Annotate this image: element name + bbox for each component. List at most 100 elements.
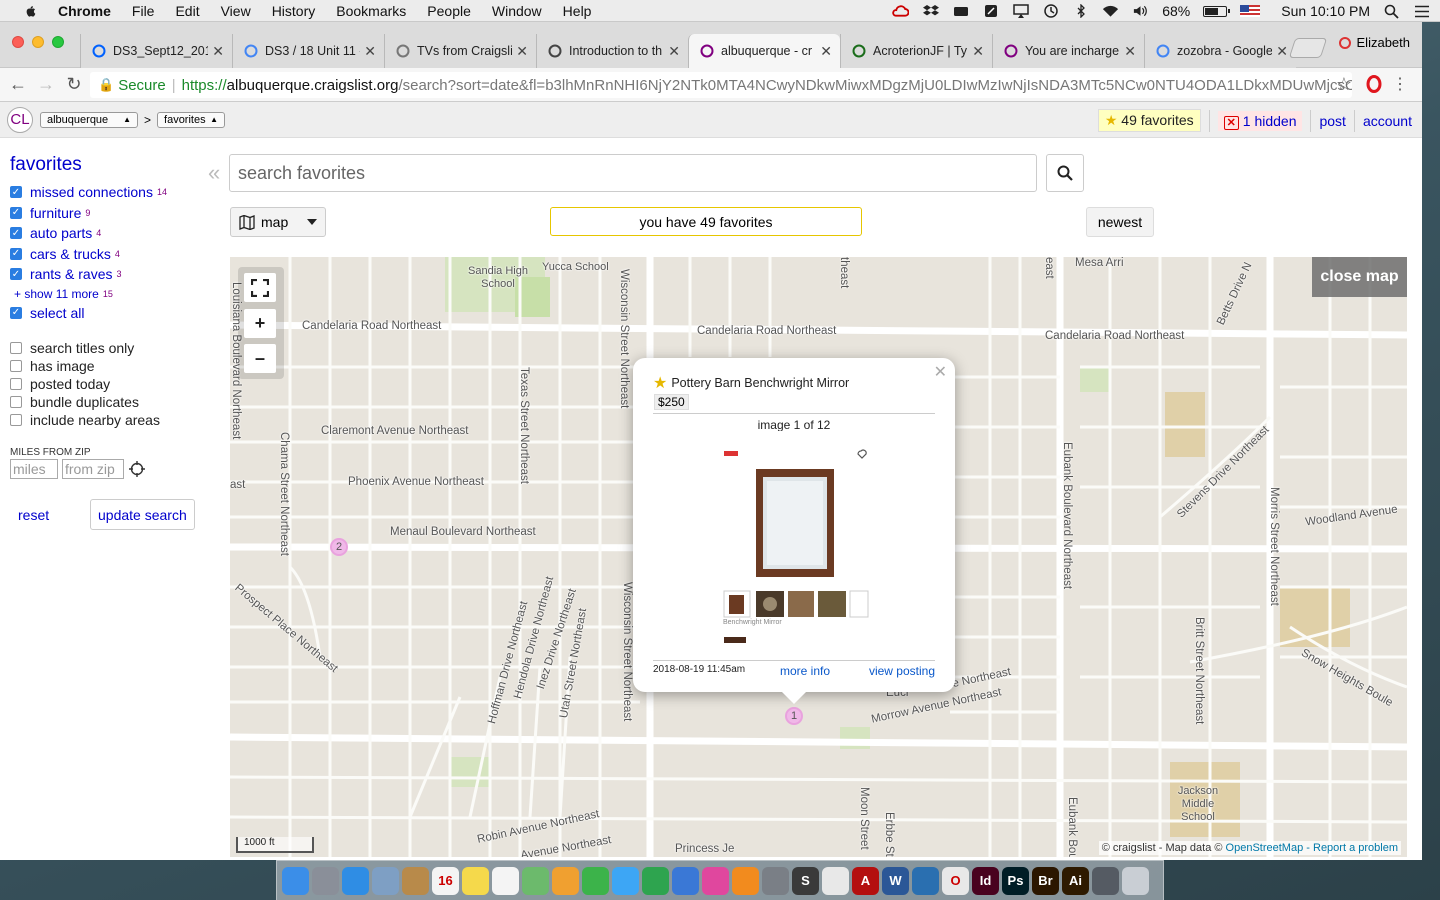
back-button[interactable]: ← (4, 74, 32, 95)
show-more-link[interactable]: + show 11 more 15 (14, 285, 210, 303)
option-checkbox[interactable] (10, 396, 22, 408)
hidden-count-link[interactable]: ✕ 1 hidden (1217, 110, 1303, 131)
search-favorites-input[interactable]: search favorites (229, 154, 1037, 192)
menu-bookmarks[interactable]: Bookmarks (336, 3, 406, 19)
browser-tab[interactable]: DS3_Sept12_201 ✕ (80, 34, 232, 68)
category-filter[interactable]: ✓ rants & raves 3 (10, 264, 210, 285)
option-checkbox[interactable] (10, 414, 22, 426)
chrome-menu-icon[interactable]: ⋮ (1392, 74, 1408, 94)
drive-icon[interactable] (952, 4, 969, 18)
messages-icon[interactable] (612, 866, 639, 895)
sublime-icon[interactable]: S (792, 866, 819, 895)
category-filter[interactable]: ✓ furniture 9 (10, 203, 210, 224)
close-tab-icon[interactable]: ✕ (1124, 43, 1136, 60)
battery-icon[interactable] (1203, 5, 1231, 17)
preview-icon[interactable] (372, 866, 399, 895)
airplay-icon[interactable] (1012, 4, 1029, 18)
browser-tab[interactable]: zozobra - Google ✕ (1144, 34, 1296, 68)
photoshop-icon[interactable]: Ps (1002, 866, 1029, 895)
notes-icon[interactable] (462, 866, 489, 895)
section-select[interactable]: favorites ▲︎ (157, 111, 226, 128)
keynote-icon[interactable] (672, 866, 699, 895)
ibooks-icon[interactable] (732, 866, 759, 895)
category-checkbox[interactable]: ✓ (10, 227, 22, 240)
time-machine-icon[interactable] (1042, 4, 1059, 18)
bridge-icon[interactable]: Br (1032, 866, 1059, 895)
browser-tab[interactable]: You are incharge ✕ (992, 34, 1144, 68)
photos-icon[interactable] (552, 866, 579, 895)
system-preferences-icon[interactable] (762, 866, 789, 895)
account-link[interactable]: account (1363, 113, 1412, 129)
creative-cloud-icon[interactable] (892, 4, 910, 18)
finder-icon[interactable] (282, 866, 309, 895)
new-tab-button[interactable] (1288, 38, 1328, 58)
close-tab-icon[interactable]: ✕ (668, 43, 680, 60)
update-search-button[interactable]: update search (90, 499, 195, 530)
acrobat-icon[interactable]: A (852, 866, 879, 895)
opera-extension-icon[interactable] (1366, 75, 1382, 98)
sidebar-title[interactable]: favorites (10, 154, 210, 176)
trash-icon[interactable] (1122, 866, 1149, 895)
option-checkbox[interactable] (10, 360, 22, 372)
zoom-window-button[interactable] (52, 36, 64, 48)
zip-input[interactable]: from zip (62, 459, 124, 479)
search-button[interactable] (1046, 154, 1084, 192)
listing-image[interactable]: Benchwright Mirror (721, 431, 871, 643)
volume-icon[interactable] (1132, 4, 1149, 18)
browser-tab[interactable]: TVs from Craigsli ✕ (384, 34, 536, 68)
maps-icon[interactable] (522, 866, 549, 895)
miles-input[interactable]: miles (10, 459, 58, 479)
map-cluster-marker[interactable]: 2 (330, 538, 348, 556)
search-option[interactable]: search titles only (10, 339, 210, 357)
forward-button[interactable]: → (32, 74, 60, 95)
search-option[interactable]: has image (10, 357, 210, 375)
close-tab-icon[interactable]: ✕ (1276, 43, 1288, 60)
launchpad-icon[interactable] (312, 866, 339, 895)
opera-icon[interactable]: O (942, 866, 969, 895)
search-option[interactable]: bundle duplicates (10, 393, 210, 411)
close-tab-icon[interactable]: ✕ (364, 43, 376, 60)
notification-center-icon[interactable] (1413, 4, 1430, 18)
post-link[interactable]: post (1319, 113, 1345, 129)
word-icon[interactable]: W (882, 866, 909, 895)
menu-window[interactable]: Window (492, 3, 542, 19)
reload-button[interactable]: ↻ (60, 74, 88, 95)
category-filter[interactable]: ✓ missed connections 14 (10, 182, 210, 203)
numbers-icon[interactable] (642, 866, 669, 895)
menu-help[interactable]: Help (563, 3, 592, 19)
select-all-row[interactable]: ✓ select all (10, 303, 210, 324)
calendar-icon[interactable]: 16 (432, 866, 459, 895)
bluetooth-icon[interactable] (1072, 4, 1089, 18)
reset-link[interactable]: reset (18, 507, 90, 523)
option-checkbox[interactable] (10, 342, 22, 354)
favorites-count-link[interactable]: ★ 49 favorites (1097, 109, 1201, 132)
close-tab-icon[interactable]: ✕ (516, 43, 528, 60)
apple-icon[interactable] (20, 4, 40, 18)
view-mode-dropdown[interactable]: map (230, 207, 326, 237)
profile-button[interactable]: Elizabeth (1338, 35, 1410, 50)
chrome-icon[interactable] (822, 866, 849, 895)
results-map[interactable]: Candelaria Road Northeast Candelaria Roa… (230, 257, 1407, 857)
input-source-flag-icon[interactable] (1240, 5, 1261, 17)
option-checkbox[interactable] (10, 378, 22, 390)
menu-view[interactable]: View (221, 3, 251, 19)
menu-edit[interactable]: Edit (175, 3, 199, 19)
collapse-sidebar-icon[interactable]: « (208, 160, 220, 186)
close-tab-icon[interactable]: ✕ (212, 43, 224, 60)
address-bar[interactable]: 🔒 Secure | https:// albuquerque.craigsli… (90, 72, 1352, 98)
close-tab-icon[interactable]: ✕ (820, 43, 832, 60)
menu-people[interactable]: People (427, 3, 471, 19)
category-checkbox[interactable]: ✓ (10, 268, 22, 281)
menu-file[interactable]: File (132, 3, 155, 19)
bookmark-star-icon[interactable]: ☆ (1336, 74, 1352, 95)
browser-tab[interactable]: DS3 / 18 Unit 11 - ✕ (232, 34, 384, 68)
category-filter[interactable]: ✓ auto parts 4 (10, 223, 210, 244)
minimize-window-button[interactable] (32, 36, 44, 48)
sort-newest-button[interactable]: newest (1086, 207, 1154, 237)
category-filter[interactable]: ✓ cars & trucks 4 (10, 244, 210, 265)
category-checkbox[interactable]: ✓ (10, 186, 22, 199)
wifi-icon[interactable] (1102, 4, 1119, 18)
close-map-button[interactable]: close map (1312, 257, 1407, 297)
browser-tab[interactable]: AcroterionJF | Ty ✕ (840, 34, 992, 68)
cl-logo[interactable]: CL (7, 106, 33, 133)
